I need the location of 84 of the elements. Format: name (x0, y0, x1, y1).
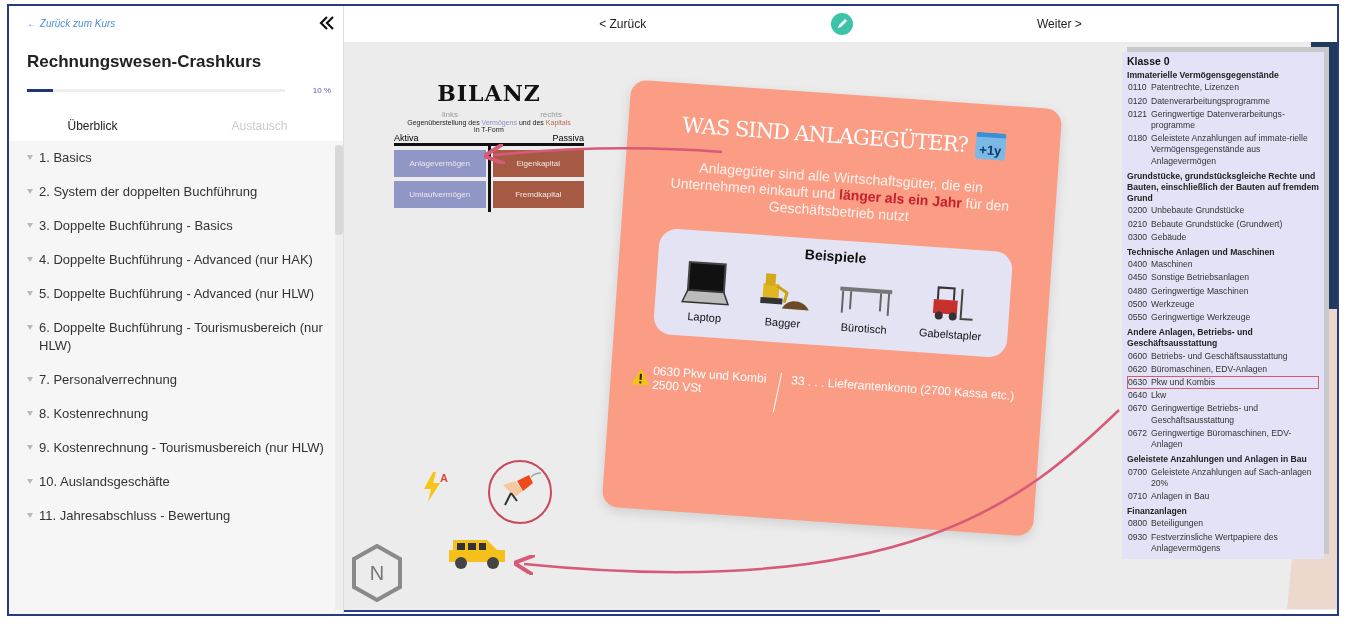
example-label: Bürotisch (840, 320, 887, 336)
chapter-item[interactable]: 9. Kostenrechnung - Tourismusbereich (nur HLW) (39, 439, 324, 457)
account-row-text: 0550 Geringwertige Werkzeuge (1127, 311, 1252, 325)
account-row-text: 0400 Maschinen (1127, 258, 1194, 272)
account-row-text: 0700 Geleistete Anzahlungen auf Sach-anlagen 20% (1127, 465, 1313, 490)
hexagon-letter: N (369, 561, 385, 585)
chapter-item[interactable]: 8. Kostenrechnung (39, 405, 149, 423)
fuel-nozzle-icon (487, 459, 553, 525)
account-row-text: 0710 Anlagen in Bau (1127, 489, 1211, 503)
lightning-letter: A (440, 472, 448, 484)
capital-box: Fremdkapital (492, 181, 584, 208)
chapter-item[interactable]: 7. Personalverrechnung (39, 371, 178, 389)
account-row-text: 0600 Betriebs- und Geschäftsausstattung (1127, 349, 1289, 363)
card-title: WAS SIND ANLAGEGÜTER? (681, 112, 969, 157)
chapter-item[interactable]: 2. System der doppelten Buchführung (39, 183, 258, 201)
account-group-heading: Finanzanlagen (1127, 506, 1188, 518)
hexagon-icon (351, 544, 403, 602)
bilanz-title: BILANZ (437, 80, 541, 106)
account-row-text: 0930 Festverzinsliche Wertpapiere des Anlagevermögens (1127, 530, 1279, 555)
previous-button[interactable]: < Zurück (593, 16, 653, 32)
chapter-item[interactable]: 5. Doppelte Buchführung - Advanced (nur HLW) (39, 285, 315, 303)
caret-icon (27, 377, 33, 382)
account-class-title: Klasse 0 (1127, 56, 1171, 68)
account-group-heading: Technische Anlagen und Maschinen (1127, 247, 1276, 259)
chapter-item[interactable]: 6. Doppelte Buchführung - Tourismusbereich (nur HLW) (39, 319, 327, 355)
passiva-label: Passiva (552, 133, 584, 143)
caret-icon (27, 189, 33, 194)
examples-title: Beispiele (804, 246, 867, 267)
account-row-text: 0300 Gebäude (1127, 230, 1188, 244)
progress-percent: 10 % (312, 86, 331, 95)
edit-icon[interactable] (830, 13, 853, 35)
caret-icon (27, 411, 33, 416)
account-row-text: 0450 Sonstige Betriebsanlagen (1127, 271, 1250, 285)
account-row-text: 0620 Büromaschinen, EDV-Anlagen (1127, 362, 1269, 376)
course-title: Rechnungswesen-Crashkurs (27, 52, 263, 72)
caret-icon (27, 155, 33, 160)
next-button[interactable]: Weiter > (1031, 16, 1088, 32)
chapter-item[interactable]: 10. Auslandsgeschäfte (39, 473, 170, 491)
caret-icon (27, 513, 33, 518)
scrollbar[interactable] (335, 145, 343, 610)
account-row-text: 0210 Bebaute Grundstücke (Grundwert) (1127, 217, 1284, 231)
chapter-item[interactable]: 1. Basics (39, 149, 92, 167)
account-row-text: 0200 Unbebaute Grundstücke (1127, 204, 1246, 218)
caret-icon (27, 257, 33, 262)
chapter-item[interactable]: 4. Doppelte Buchführung - Advanced (nur HAK) (39, 251, 313, 269)
account-group-heading: Immaterielle Vermögensgegenstände (1127, 70, 1280, 82)
annotation: rechts (540, 110, 562, 119)
back-to-course-link[interactable]: ← Zurück zum Kurs (27, 17, 116, 29)
aktiva-label: Aktiva (394, 133, 419, 143)
calendar-badge: +1y (974, 131, 1007, 161)
account-row-text: 0800 Beteiligungen (1127, 517, 1205, 531)
account-group-heading: Geleistete Anzahlungen und Anlagen in Bau (1127, 454, 1308, 466)
collapse-icon[interactable] (319, 16, 335, 30)
caret-icon (27, 291, 33, 296)
example-label: Gabelstapler (918, 326, 982, 343)
example-label: Bagger (764, 315, 801, 330)
account-group-heading: Andere Anlagen, Betriebs- und Geschäftsausstattung (1127, 327, 1254, 350)
account-row: 0630 Pkw und Kombis (1127, 376, 1319, 390)
account-row-text: 0121 Geringwertige Datenverarbeitungs-programme (1127, 107, 1286, 132)
account-row-text: 0480 Geringwertige Maschinen (1127, 284, 1250, 298)
warning-icon (630, 367, 652, 387)
example-label: Laptop (687, 309, 722, 325)
lightning-icon (424, 472, 440, 502)
table-icon (837, 284, 894, 319)
account-row-text: 0180 Geleistete Anzahlungen auf immate-rielle Vermögensgegenstände aus Anlagevermögen (1127, 132, 1309, 168)
booking-debit: 2500 VSt (651, 377, 702, 398)
card-text: Anlagegüter sind alle Wirtschaftsgüter, die ein Unternehmen einkauft und länger als ein Jahr für den Geschäftsbetrieb nutzt (669, 158, 1011, 227)
booking-credit: 33 . . . Lieferantenkonto (2700 Kassa etc.) (790, 373, 1015, 403)
asset-box: Umlaufvermögen (394, 181, 486, 208)
caret-icon (27, 325, 33, 330)
asset-box: Anlagevermögen (394, 150, 486, 177)
account-row-text: 0120 Datenverarbeitungsprogramme (1127, 94, 1271, 108)
account-row-text: 0500 Werkzeuge (1127, 297, 1196, 311)
chapter-item[interactable]: 3. Doppelte Buchführung - Basics (39, 217, 233, 235)
chapter-item[interactable]: 11. Jahresabschluss - Bewertung (39, 507, 231, 525)
account-row-text: 0672 Geringwertige Büromaschinen, EDV-Anlagen (1127, 426, 1293, 452)
caret-icon (27, 223, 33, 228)
annotation: links (442, 110, 458, 119)
account-row-text: 0670 Geringwertige Betriebs- und Geschäftsausstattung (1127, 402, 1259, 427)
account-row-text: 0640 Lkw (1127, 389, 1168, 403)
account-row-text: 0110 Patentrechte, Lizenzen (1127, 81, 1240, 95)
caret-icon (27, 445, 33, 450)
account-group-heading: Grundstücke, grundstücksgleiche Rechte und Bauten, einschließlich der Bauten auf fremdem Grund (1127, 170, 1319, 205)
caret-icon (27, 479, 33, 484)
